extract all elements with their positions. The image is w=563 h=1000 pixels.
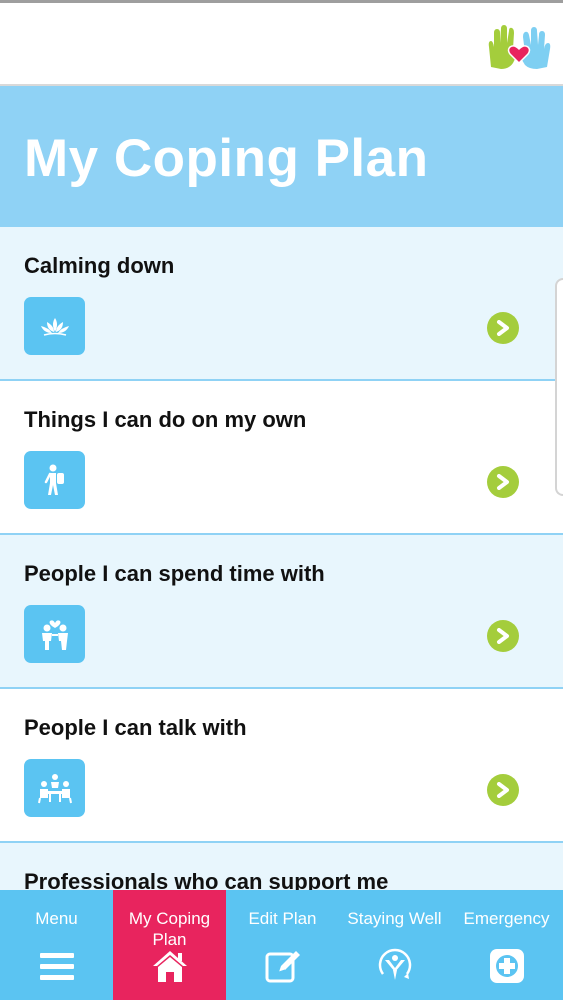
nav-edit-plan[interactable]: Edit Plan: [226, 890, 339, 1000]
nav-edit-plan-label: Edit Plan: [248, 909, 317, 928]
nav-staying-well[interactable]: Staying Well: [338, 890, 451, 1000]
nav-staying-well-label: Staying Well: [347, 909, 442, 928]
coping-plan-list: Calming down Things I can do on my own P…: [0, 227, 563, 890]
title-band: My Coping Plan: [0, 86, 563, 227]
list-item-label: People I can spend time with: [24, 561, 325, 586]
chevron-right-icon[interactable]: [487, 466, 519, 498]
nav-menu[interactable]: Menu: [0, 890, 113, 1000]
nav-menu-label: Menu: [35, 909, 78, 928]
list-item-label: Things I can do on my own: [24, 407, 307, 432]
scroll-indicator[interactable]: [555, 278, 563, 496]
bottom-nav: Menu My Coping Plan Edit Plan Staying We…: [0, 890, 563, 1000]
chevron-right-icon[interactable]: [487, 774, 519, 806]
list-item-calming-down[interactable]: Calming down: [0, 227, 563, 381]
chevron-right-icon[interactable]: [487, 312, 519, 344]
helping-hands-logo-icon: [488, 25, 551, 69]
home-icon: [152, 951, 187, 982]
list-item-spend-time-with[interactable]: People I can spend time with: [0, 535, 563, 689]
group-talk-icon: [24, 759, 85, 817]
list-item-label: Professionals who can support me: [24, 869, 389, 890]
couple-icon: [24, 605, 85, 663]
top-bar: [0, 0, 563, 86]
staying-well-icon: [378, 948, 411, 980]
nav-emergency-label: Emergency: [463, 909, 550, 928]
edit-icon: [265, 951, 300, 983]
list-item-label: Calming down: [24, 253, 175, 278]
lotus-icon: [24, 297, 85, 355]
medical-cross-icon: [489, 949, 524, 983]
nav-coping-plan-label: My Coping Plan: [128, 909, 211, 949]
list-item-professionals[interactable]: Professionals who can support me: [0, 843, 563, 890]
list-item-talk-with[interactable]: People I can talk with: [0, 689, 563, 843]
chevron-right-icon[interactable]: [487, 620, 519, 652]
hiker-icon: [24, 451, 85, 509]
list-item-things-on-my-own[interactable]: Things I can do on my own: [0, 381, 563, 535]
hamburger-menu-icon: [39, 953, 74, 980]
nav-my-coping-plan[interactable]: My Coping Plan: [113, 890, 226, 1000]
page-title: My Coping Plan: [24, 129, 429, 188]
nav-emergency[interactable]: Emergency: [450, 890, 563, 1000]
list-item-label: People I can talk with: [24, 715, 247, 740]
